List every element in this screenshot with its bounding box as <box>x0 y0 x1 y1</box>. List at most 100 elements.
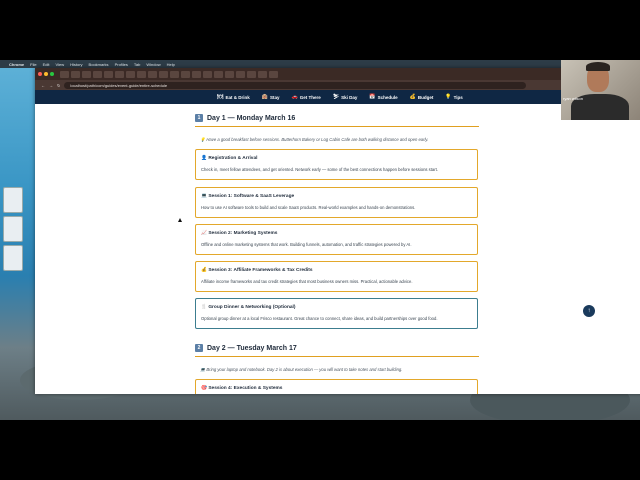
session-card[interactable]: 💻 Session 1: Software & SaaS Leverage Ho… <box>195 187 478 218</box>
money-bag-icon: 💰 <box>409 94 416 100</box>
session-title: 🎯 Session 4: Execution & Systems <box>201 386 282 391</box>
session-description: How to use AI software tools to build an… <box>201 205 416 210</box>
site-nav: 🍽 Eat & Drink 🏨 Stay 🚗 Get There ⛷ Ski Day 📅… <box>35 90 640 104</box>
laptop-icon: 💻 <box>201 194 207 199</box>
day-tip-text: Bring your laptop and notebook. Day 2 is… <box>206 367 403 372</box>
menu-history[interactable]: History <box>70 62 82 67</box>
browser-tab[interactable] <box>247 70 256 78</box>
session-card[interactable]: 👤 Registration & Arrival Check in, meet … <box>195 149 478 180</box>
target-icon: 🎯 <box>201 386 207 391</box>
session-title-text: Group Dinner & Networking (Optional) <box>208 305 296 310</box>
desktop-file-icon[interactable] <box>3 245 23 271</box>
browser-tab[interactable] <box>159 70 168 78</box>
browser-tab[interactable] <box>71 70 80 78</box>
session-title: 📈 Session 2: Marketing Systems <box>201 231 277 236</box>
session-title-text: Registration & Arrival <box>208 156 258 161</box>
session-card[interactable]: 💰 Session 3: Affiliate Frameworks & Tax … <box>195 261 478 292</box>
desktop-file-icon[interactable] <box>3 216 23 242</box>
day-tip: 💻 Bring your laptop and notebook. Day 2 … <box>200 367 403 372</box>
browser-tab[interactable] <box>170 70 179 78</box>
menu-profiles[interactable]: Profiles <box>115 62 128 67</box>
nav-label: Tips <box>453 94 463 100</box>
menu-help[interactable]: Help <box>167 62 175 67</box>
minimize-window-icon[interactable] <box>44 72 48 76</box>
scroll-to-top-button[interactable]: ↑ <box>583 305 595 317</box>
day-number-badge: 1 <box>195 114 203 122</box>
menu-bookmarks[interactable]: Bookmarks <box>89 62 109 67</box>
nav-label: Get There <box>299 94 321 100</box>
browser-tab[interactable] <box>148 70 157 78</box>
menu-tab[interactable]: Tab <box>134 62 140 67</box>
session-card[interactable]: 🎯 Session 4: Execution & Systems <box>195 379 478 394</box>
session-title: 💻 Session 1: Software & SaaS Leverage <box>201 194 294 199</box>
day-divider <box>195 356 479 357</box>
day-title: Day 2 — Tuesday March 17 <box>207 344 297 352</box>
reload-icon[interactable]: ↻ <box>57 83 60 88</box>
session-description: Optional group dinner at a local Frisco … <box>201 316 438 321</box>
browser-tab[interactable] <box>269 70 278 78</box>
menubar-app-name[interactable]: Chrome <box>9 62 24 67</box>
browser-tab[interactable] <box>258 70 267 78</box>
nav-budget[interactable]: 💰 Budget <box>410 94 434 100</box>
browser-tab[interactable] <box>214 70 223 78</box>
browser-tab[interactable] <box>236 70 245 78</box>
person-icon: 👤 <box>201 156 207 161</box>
day-divider <box>195 126 479 127</box>
nav-label: Stay <box>270 94 280 100</box>
browser-tab[interactable] <box>60 70 69 78</box>
browser-tab[interactable] <box>225 70 234 78</box>
day-tip-text: Have a good breakfast before sessions. B… <box>206 137 429 142</box>
browser-tab[interactable] <box>203 70 212 78</box>
ski-icon: ⛷ <box>332 94 340 100</box>
session-description: Check in, meet fellow attendees, and get… <box>201 167 438 172</box>
browser-tab[interactable] <box>192 70 201 78</box>
money-bag-icon: 💰 <box>201 268 207 273</box>
session-title: 👤 Registration & Arrival <box>201 156 257 161</box>
menu-edit[interactable]: Edit <box>43 62 50 67</box>
desktop-file-icon[interactable] <box>3 187 23 213</box>
day-tip: 💡 Have a good breakfast before sessions.… <box>200 137 429 142</box>
nav-get-there[interactable]: 🚗 Get There <box>292 94 321 100</box>
day-number-badge: 2 <box>195 344 203 352</box>
nav-eat-drink[interactable]: 🍽 Eat & Drink <box>217 94 250 100</box>
session-title-text: Session 2: Marketing Systems <box>208 231 278 236</box>
schedule-content: 1 Day 1 — Monday March 16 💡 Have a good … <box>35 104 640 394</box>
browser-tab[interactable] <box>137 70 146 78</box>
url-input[interactable]: localhost/path/com/guides/event-guide/en… <box>64 81 527 89</box>
session-title-text: Session 1: Software & SaaS Leverage <box>208 194 295 199</box>
menu-file[interactable]: File <box>30 62 36 67</box>
nav-tips[interactable]: 💡 Tips <box>445 94 462 100</box>
browser-tab[interactable] <box>115 70 124 78</box>
nav-stay[interactable]: 🏨 Stay <box>262 94 280 100</box>
lightbulb-icon: 💡 <box>445 94 452 100</box>
nav-label: Schedule <box>377 94 398 100</box>
food-icon: 🍽 <box>217 94 224 100</box>
back-icon[interactable]: ← <box>41 83 45 88</box>
maximize-window-icon[interactable] <box>50 72 54 76</box>
chart-icon: 📈 <box>201 231 207 236</box>
nav-schedule[interactable]: 📅 Schedule <box>369 94 397 100</box>
address-bar-row: ← → ↻ localhost/path/com/guides/event-gu… <box>35 80 640 90</box>
day-2-heading: 2 Day 2 — Tuesday March 17 <box>195 344 297 352</box>
close-window-icon[interactable] <box>38 72 42 76</box>
nav-label: Ski Day <box>341 94 358 100</box>
browser-window: ← → ↻ localhost/path/com/guides/event-gu… <box>35 68 640 394</box>
browser-tab[interactable] <box>104 70 113 78</box>
session-description: Offline and online marketing systems tha… <box>201 242 412 247</box>
menu-view[interactable]: View <box>55 62 64 67</box>
nav-ski-day[interactable]: ⛷ Ski Day <box>333 94 358 100</box>
mouse-cursor-icon <box>178 218 182 222</box>
browser-tab[interactable] <box>82 70 91 78</box>
menu-window[interactable]: Window <box>146 62 160 67</box>
tab-strip <box>35 68 640 80</box>
browser-tab[interactable] <box>93 70 102 78</box>
session-title: 🍴 Group Dinner & Networking (Optional) <box>201 305 295 310</box>
presenter-hair <box>586 62 610 71</box>
browser-tab[interactable] <box>181 70 190 78</box>
session-card[interactable]: 📈 Session 2: Marketing Systems Offline a… <box>195 224 478 255</box>
session-description: Affiliate income frameworks and tax cred… <box>201 279 413 284</box>
browser-tab[interactable] <box>126 70 135 78</box>
nav-label: Eat & Drink <box>225 94 250 100</box>
session-card[interactable]: 🍴 Group Dinner & Networking (Optional) O… <box>195 298 478 329</box>
forward-icon[interactable]: → <box>49 83 53 88</box>
